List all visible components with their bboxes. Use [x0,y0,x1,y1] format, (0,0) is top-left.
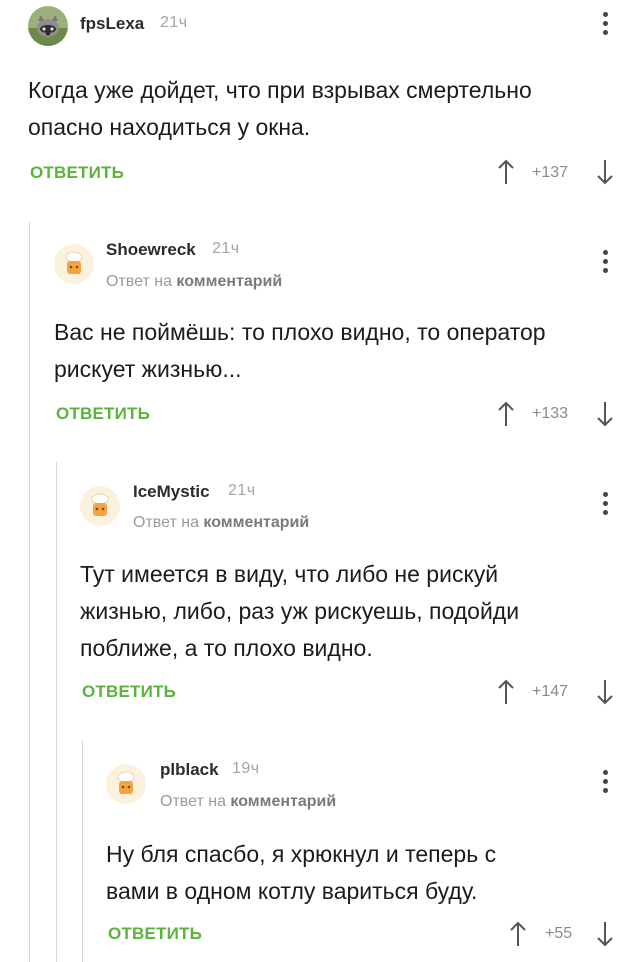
comment-text-line: поближе, а то плохо видно. [80,635,373,661]
comment-text-line: вами в одном котлу вариться буду. [106,878,478,904]
score: +55 [545,925,573,942]
score: +133 [532,405,569,422]
reply-to-meta: Ответ на комментарий [133,514,309,532]
comment-text: Тут имеется в виду, что либо не рискуй ж… [80,556,630,667]
reply-button[interactable]: ОТВЕТИТЬ [56,404,150,424]
comment-text: Вас не поймёшь: то плохо видно, то опера… [54,314,629,388]
more-vertical-icon[interactable] [600,492,610,518]
downvote-arrow-icon[interactable] [595,158,615,186]
reply-to-prefix: Ответ на [160,793,226,810]
upvote-arrow-icon[interactable] [496,158,516,186]
score: +137 [532,164,569,181]
reply-to-link[interactable]: комментарий [203,514,309,531]
avatar[interactable] [106,764,146,804]
comment-text-line: Когда уже дойдет, что при взрывах смерте… [28,77,532,103]
avatar[interactable] [28,6,68,46]
downvote-arrow-icon[interactable] [595,678,615,706]
author-name[interactable]: plblack [160,760,219,780]
reply-button[interactable]: ОТВЕТИТЬ [82,682,176,702]
more-vertical-icon[interactable] [600,770,610,796]
comment-fpslexa: fpsLexa 21ч Когда уже дойдет, что при вз… [0,0,640,210]
more-vertical-icon[interactable] [600,12,610,38]
reply-button[interactable]: ОТВЕТИТЬ [30,163,124,183]
avatar[interactable] [80,486,120,526]
comment-text: Ну бля спасбо, я хрюкнул и теперь с вами… [106,836,631,910]
comment-text: Когда уже дойдет, что при взрывах смерте… [28,72,628,146]
default-cook-avatar-icon [106,764,146,804]
default-cook-avatar-icon [80,486,120,526]
reply-to-link[interactable]: комментарий [176,273,282,290]
comment-text-line: жизнью, либо, раз уж рискуешь, подойди [80,598,520,624]
reply-to-meta: Ответ на комментарий [160,793,336,811]
comment-text-line: Ну бля спасбо, я хрюкнул и теперь с [106,841,497,867]
downvote-arrow-icon[interactable] [595,400,615,428]
avatar[interactable] [54,244,94,284]
comment-text-line: Тут имеется в виду, что либо не рискуй [80,561,499,587]
comment-time: 21ч [160,14,188,31]
comment-time: 19ч [232,760,260,777]
raccoon-avatar-icon [28,6,68,46]
comment-icemystic: IceMystic 21ч Ответ на комментарий Тут и… [0,462,640,742]
reply-to-meta: Ответ на комментарий [106,273,282,291]
score: +147 [532,683,569,700]
comment-text-line: рискует жизнью... [54,356,242,382]
comment-time: 21ч [228,482,256,499]
upvote-arrow-icon[interactable] [496,400,516,428]
author-name[interactable]: fpsLexa [80,14,144,34]
reply-to-prefix: Ответ на [133,514,199,531]
reply-to-link[interactable]: комментарий [230,793,336,810]
author-name[interactable]: Shoewreck [106,240,196,260]
comment-time: 21ч [212,240,240,257]
reply-to-prefix: Ответ на [106,273,172,290]
downvote-arrow-icon[interactable] [595,920,615,948]
upvote-arrow-icon[interactable] [508,920,528,948]
comment-plblack: plblack 19ч Ответ на комментарий Ну бля … [0,742,640,962]
comment-text-line: опасно находиться у окна. [28,114,311,140]
comment-text-line: Вас не поймёшь: то плохо видно, то опера… [54,319,546,345]
author-name[interactable]: IceMystic [133,482,210,502]
upvote-arrow-icon[interactable] [496,678,516,706]
default-cook-avatar-icon [54,244,94,284]
more-vertical-icon[interactable] [600,250,610,276]
comment-shoewreck: Shoewreck 21ч Ответ на комментарий Вас н… [0,222,640,462]
reply-button[interactable]: ОТВЕТИТЬ [108,924,202,944]
